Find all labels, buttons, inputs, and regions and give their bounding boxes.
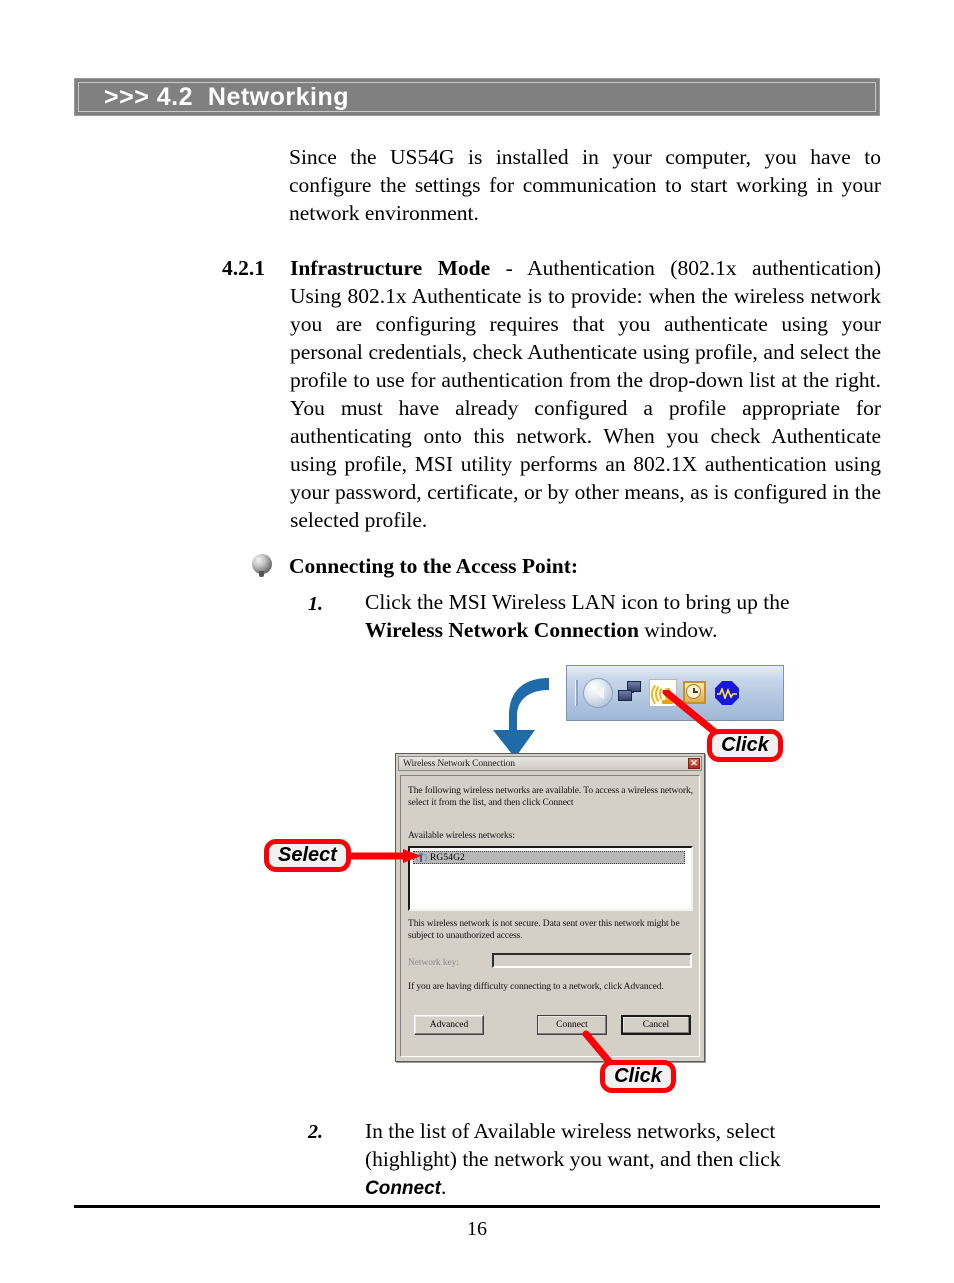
blue-curved-arrow-icon [493,678,549,758]
step-1-lead: Click the MSI Wireless LAN icon to bring… [365,590,790,614]
list-item[interactable]: RG54G2 [413,851,685,864]
step-2-bold: Connect [365,1178,441,1199]
dialog-body: The following wireless networks are avai… [400,775,700,1057]
chevron-left-expand-icon[interactable] [583,678,613,708]
available-networks-listbox[interactable]: RG54G2 [408,846,693,911]
step-1-text: Click the MSI Wireless LAN icon to bring… [365,588,835,644]
footer-divider [74,1205,880,1208]
close-icon[interactable]: ✕ [688,758,700,769]
connecting-heading: Connecting to the Access Point: [289,554,579,578]
tray-grip-divider [575,680,578,706]
callout-click-connect: Click [600,1060,676,1093]
step-2-number: 2. [308,1121,323,1143]
step-2-text: In the list of Available wireless networ… [365,1117,825,1203]
security-note: This wireless network is not secure. Dat… [408,919,680,941]
dialog-title-bar: Wireless Network Connection ✕ [398,756,702,771]
network-key-input[interactable] [492,953,692,968]
available-networks-label: Available wireless networks: [408,831,515,841]
subsection-heading: Infrastructure Mode [290,256,491,280]
pointer-line-select [347,849,421,863]
network-key-label: Network key: [408,958,459,968]
advanced-button[interactable]: Advanced [414,1015,484,1035]
network-ssid: RG54G2 [430,852,465,863]
dialog-title: Wireless Network Connection [403,758,515,769]
step-2-lead: In the list of Available wireless networ… [365,1119,781,1171]
network-connections-icon[interactable] [617,679,645,707]
subsection-heading-tail: - Authentication (802.1x authentication)… [290,256,881,532]
step-1-tail: window. [638,618,718,642]
subsection-body: Infrastructure Mode - Authentication (80… [290,254,881,534]
subsection-block: 4.2.1 Infrastructure Mode - Authenticati… [222,254,881,534]
advanced-help-note: If you are having difficulty connecting … [408,982,664,992]
callout-select-network: Select [264,839,351,872]
step-1-bold: Wireless Network Connection [365,618,639,642]
page-number: 16 [467,1218,487,1240]
intro-paragraph: Since the US54G is installed in your com… [289,145,881,225]
wireless-network-connection-dialog: Wireless Network Connection ✕ The follow… [395,753,705,1062]
step-2-tail: . [441,1175,447,1199]
page-title: >>> 4.2 Networking [104,83,350,111]
sphere-bullet-icon [252,554,272,577]
step-1-number: 1. [308,593,323,615]
callout-click-tray: Click [707,729,783,762]
subsection-number: 4.2.1 [222,256,265,280]
dialog-intro-text: The following wireless networks are avai… [408,786,693,808]
